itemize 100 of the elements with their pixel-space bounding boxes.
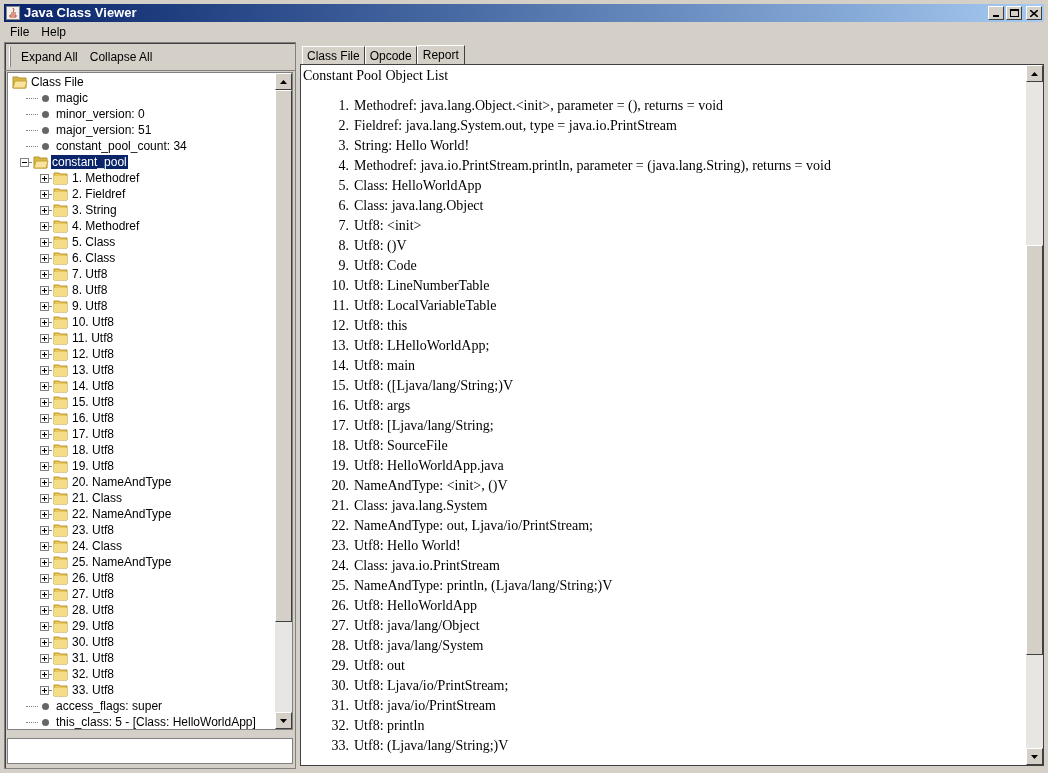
menu-item[interactable]: Help [35, 23, 73, 41]
expand-icon[interactable] [40, 397, 49, 407]
tree-item[interactable]: 23. Utf8 [71, 523, 116, 537]
tab[interactable]: Class File [302, 46, 365, 64]
expand-icon[interactable] [40, 557, 49, 567]
tree-item[interactable]: 26. Utf8 [71, 571, 116, 585]
tree-item[interactable]: 10. Utf8 [71, 315, 116, 329]
expand-icon[interactable] [40, 253, 49, 263]
maximize-button[interactable] [1006, 6, 1022, 20]
tree-item[interactable]: 9. Utf8 [71, 299, 109, 313]
text-field[interactable] [7, 738, 293, 764]
folder-icon [53, 282, 69, 298]
expand-icon[interactable] [40, 221, 49, 231]
tree-item[interactable]: 17. Utf8 [71, 427, 116, 441]
menu-item[interactable]: File [4, 23, 36, 41]
expand-icon[interactable] [40, 637, 49, 647]
report-entry: Utf8: LineNumberTable [354, 277, 490, 295]
toolbar-button[interactable]: Expand All [17, 46, 82, 67]
tree-item[interactable]: 5. Class [71, 235, 117, 249]
tree-item[interactable]: 29. Utf8 [71, 619, 116, 633]
expand-icon[interactable] [40, 493, 49, 503]
tree-item[interactable]: 8. Utf8 [71, 283, 109, 297]
tree-item[interactable]: constant_pool_count: 34 [55, 139, 188, 153]
expand-icon[interactable] [40, 317, 49, 327]
expand-icon[interactable] [40, 413, 49, 423]
scroll-up-button[interactable] [1026, 65, 1043, 82]
tree-item[interactable]: minor_version: 0 [55, 107, 146, 121]
tree-item[interactable]: 3. String [71, 203, 118, 217]
expand-icon[interactable] [40, 669, 49, 679]
tree-item[interactable]: 32. Utf8 [71, 667, 116, 681]
close-button[interactable] [1026, 6, 1042, 20]
tree-item[interactable]: 18. Utf8 [71, 443, 116, 457]
list-number: 25. [330, 577, 349, 595]
expand-icon[interactable] [40, 445, 49, 455]
scroll-down-button[interactable] [275, 712, 292, 729]
toolbar-button[interactable]: Collapse All [85, 46, 157, 67]
folder-icon [53, 442, 69, 458]
list-number: 19. [330, 457, 349, 475]
expand-icon[interactable] [40, 541, 49, 551]
tree-item[interactable]: this_class: 5 - [Class: HelloWorldApp] [55, 715, 257, 729]
expand-icon[interactable] [40, 205, 49, 215]
tree-item[interactable]: Class File [30, 75, 85, 89]
list-number: 15. [330, 377, 349, 395]
tree-item[interactable]: 12. Utf8 [71, 347, 116, 361]
expand-icon[interactable] [40, 365, 49, 375]
expand-icon[interactable] [40, 189, 49, 199]
tree-item[interactable]: 4. Methodref [71, 219, 141, 233]
expand-icon[interactable] [40, 349, 49, 359]
expand-icon[interactable] [40, 621, 49, 631]
tree-item[interactable]: 25. NameAndType [71, 555, 173, 569]
tab[interactable]: Opcode [364, 46, 417, 64]
minimize-button[interactable] [988, 6, 1004, 20]
tree-item[interactable]: 1. Methodref [71, 171, 141, 185]
expand-icon[interactable] [40, 605, 49, 615]
tree-item[interactable]: 15. Utf8 [71, 395, 116, 409]
tab[interactable]: Report [416, 45, 465, 65]
expand-icon[interactable] [40, 589, 49, 599]
tree-item[interactable]: 24. Class [71, 539, 124, 553]
tree-item[interactable]: 28. Utf8 [71, 603, 116, 617]
tree-item[interactable]: 6. Class [71, 251, 117, 265]
tree-item[interactable]: 16. Utf8 [71, 411, 116, 425]
expand-icon[interactable] [40, 381, 49, 391]
tree-item[interactable]: 20. NameAndType [71, 475, 173, 489]
expand-icon[interactable] [40, 653, 49, 663]
expand-icon[interactable] [40, 301, 49, 311]
expand-icon[interactable] [40, 509, 49, 519]
tree-item[interactable]: 27. Utf8 [71, 587, 116, 601]
tree-item[interactable]: 13. Utf8 [71, 363, 116, 377]
scroll-thumb[interactable] [275, 90, 292, 622]
tree-item[interactable]: 19. Utf8 [71, 459, 116, 473]
tree-item[interactable]: 7. Utf8 [71, 267, 109, 281]
scroll-down-button[interactable] [1026, 748, 1043, 765]
expand-icon[interactable] [40, 285, 49, 295]
expand-icon[interactable] [40, 461, 49, 471]
tree-item[interactable]: magic [55, 91, 89, 105]
scroll-up-button[interactable] [275, 73, 292, 90]
tree-item[interactable]: 11. Utf8 [71, 331, 115, 345]
expand-icon[interactable] [40, 269, 49, 279]
expand-icon[interactable] [40, 525, 49, 535]
expand-icon[interactable] [40, 333, 49, 343]
expand-icon[interactable] [40, 429, 49, 439]
tree-item[interactable]: major_version: 51 [55, 123, 153, 137]
expand-icon[interactable] [40, 173, 49, 183]
tree-item[interactable]: 31. Utf8 [71, 651, 116, 665]
tree-item[interactable]: constant_pool [51, 155, 128, 169]
tree-item[interactable]: 2. Fieldref [71, 187, 127, 201]
expand-icon[interactable] [40, 573, 49, 583]
expand-icon[interactable] [40, 685, 49, 695]
collapse-icon[interactable] [20, 157, 29, 167]
expand-icon[interactable] [40, 477, 49, 487]
folder-icon [53, 666, 69, 682]
tree-item[interactable]: access_flags: super [55, 699, 164, 713]
tree-item[interactable]: 33. Utf8 [71, 683, 116, 697]
report-entry: Utf8: LocalVariableTable [354, 297, 497, 315]
tree-item[interactable]: 22. NameAndType [71, 507, 173, 521]
scroll-thumb[interactable] [1026, 245, 1043, 655]
tree-item[interactable]: 21. Class [71, 491, 124, 505]
tree-item[interactable]: 14. Utf8 [71, 379, 116, 393]
tree-item[interactable]: 30. Utf8 [71, 635, 116, 649]
expand-icon[interactable] [40, 237, 49, 247]
